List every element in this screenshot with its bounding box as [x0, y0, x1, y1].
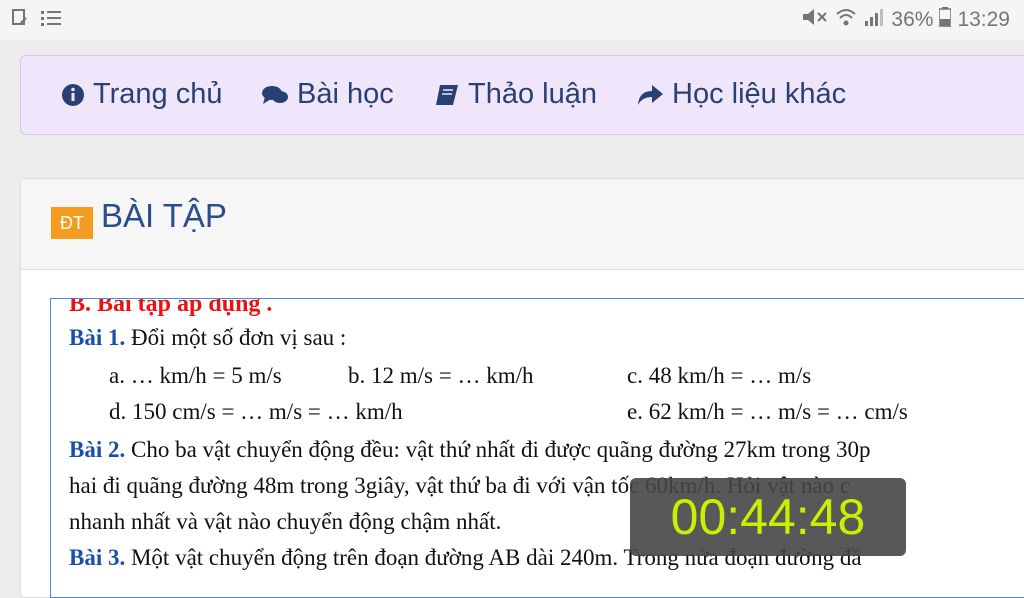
timer-overlay: 00:44:48	[630, 478, 906, 556]
nav-discussion-label: Thảo luận	[468, 78, 597, 110]
info-icon	[62, 83, 84, 106]
share-icon	[638, 84, 663, 105]
signal-icon	[863, 7, 885, 33]
comments-icon	[262, 85, 288, 104]
doc-heading: B. Bài tập áp dụng .	[69, 298, 273, 317]
nav-home[interactable]: Trang chủ	[61, 78, 223, 111]
bai2-text-1: Cho ba vật chuyển động đều: vật thứ nhất…	[125, 437, 871, 462]
bai1-text: Đổi một số đơn vị sau :	[125, 325, 347, 350]
bai1-a: a. … km/h = 5 m/s	[109, 363, 282, 388]
bai3-label: Bài 3.	[69, 545, 126, 570]
mute-icon	[799, 7, 829, 33]
main-navbar: Trang chủ Bài học Thảo luận Học liệu khá…	[20, 55, 1024, 135]
nav-lessons-label: Bài học	[297, 78, 394, 110]
bai2-label: Bài 2.	[69, 437, 126, 462]
nav-lessons[interactable]: Bài học	[261, 78, 394, 111]
category-badge: ĐT	[51, 207, 93, 239]
nav-other-materials-label: Học liệu khác	[672, 78, 847, 110]
bai1-d: d. 150 cm/s = … m/s = … km/h	[109, 399, 403, 424]
bai1-line: Bài 1. Đổi một số đơn vị sau :	[69, 325, 346, 351]
list-icon	[40, 8, 62, 34]
wifi-icon	[835, 7, 857, 33]
bai1-c: c. 48 km/h = … m/s	[627, 363, 812, 388]
page-title: BÀI TẬP	[101, 197, 227, 234]
battery-icon	[938, 7, 953, 33]
book-icon	[436, 84, 458, 105]
notification-icon	[10, 8, 30, 34]
clock: 13:29	[957, 8, 1010, 31]
nav-other-materials[interactable]: Học liệu khác	[636, 78, 846, 111]
bai1-e: e. 62 km/h = … m/s = … cm/s	[627, 399, 908, 424]
bai2-line-1: Bài 2. Cho ba vật chuyển động đều: vật t…	[69, 437, 870, 463]
bai2-line-3: nhanh nhất và vật nào chuyển động chậm n…	[69, 509, 502, 534]
battery-percent: 36%	[891, 8, 934, 31]
card-header: ĐT BÀI TẬP	[21, 179, 1024, 270]
bai1-label: Bài 1.	[69, 325, 126, 350]
nav-home-label: Trang chủ	[93, 78, 223, 110]
status-bar: 36% 13:29	[0, 0, 1024, 40]
bai1-b: b. 12 m/s = … km/h	[348, 363, 534, 388]
nav-discussion[interactable]: Thảo luận	[434, 78, 597, 111]
